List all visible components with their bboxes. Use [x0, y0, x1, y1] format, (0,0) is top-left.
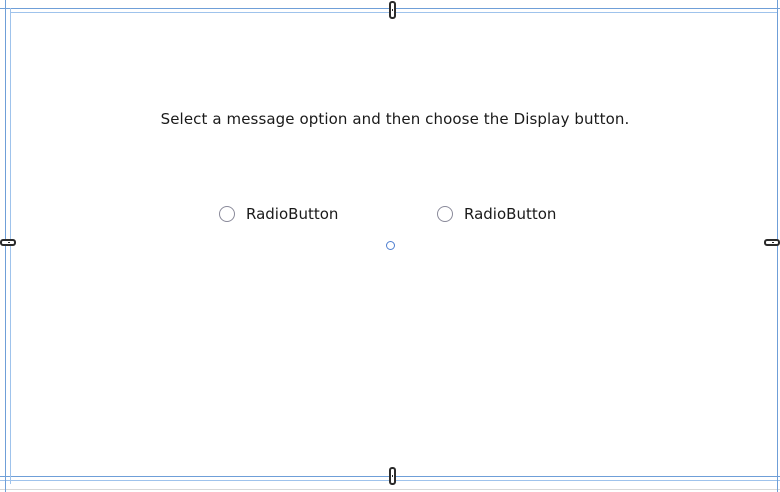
radio-button-1[interactable]: RadioButton [219, 203, 338, 225]
instruction-text: Select a message option and then choose … [160, 110, 630, 128]
bottom-resize-handle[interactable] [389, 467, 396, 485]
radio-circle-icon [219, 206, 235, 222]
design-surface: Select a message option and then choose … [0, 0, 780, 492]
left-resize-handle[interactable] [0, 239, 16, 246]
radio-label-2: RadioButton [464, 205, 557, 223]
bottom-edge-line [0, 489, 780, 490]
center-anchor-icon[interactable] [386, 241, 395, 250]
radio-circle-icon [437, 206, 453, 222]
right-guide-line [777, 0, 778, 492]
left-guide-line [5, 0, 6, 492]
right-resize-handle[interactable] [764, 239, 780, 246]
radio-label-1: RadioButton [246, 205, 339, 223]
radio-button-2[interactable]: RadioButton [437, 203, 556, 225]
top-resize-handle[interactable] [389, 1, 396, 19]
left-guide-line-inner [10, 8, 11, 484]
